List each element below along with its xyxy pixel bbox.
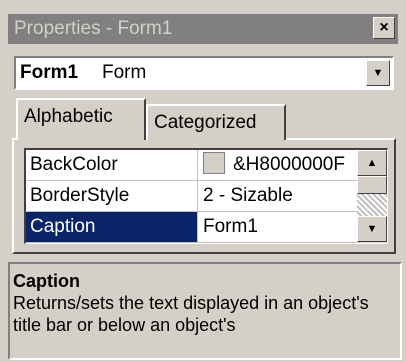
close-button[interactable]: × <box>373 17 395 39</box>
object-selector-dropdown-button[interactable]: ▼ <box>366 60 390 86</box>
property-value[interactable]: Form1 <box>199 212 358 242</box>
vertical-scrollbar[interactable]: ▲ ▼ <box>357 150 387 243</box>
color-swatch <box>203 152 225 174</box>
property-value-text: &H8000000F <box>233 154 345 175</box>
tab-alphabetic[interactable]: Alphabetic <box>16 98 146 140</box>
property-row-caption[interactable]: Caption Form1 <box>26 212 358 243</box>
property-row-backcolor[interactable]: BackColor &H8000000F <box>26 150 358 181</box>
property-name: BorderStyle <box>26 181 198 211</box>
arrow-down-icon: ▼ <box>366 223 378 235</box>
properties-window: Properties - Form1 × Form1 Form ▼ Alphab… <box>0 0 406 362</box>
title-bar[interactable]: Properties - Form1 × <box>8 14 398 44</box>
object-type: Form <box>102 62 147 83</box>
object-name: Form1 <box>20 62 79 83</box>
description-pane: Caption Returns/sets the text displayed … <box>8 262 402 360</box>
property-grid: BackColor &H8000000F BorderStyle 2 - Siz… <box>24 148 388 244</box>
object-selector[interactable]: Form1 Form ▼ <box>14 56 394 90</box>
property-name: BackColor <box>26 150 198 180</box>
arrow-up-icon: ▲ <box>366 157 378 169</box>
tab-categorized[interactable]: Categorized <box>146 104 286 140</box>
description-text: Returns/sets the text displayed in an ob… <box>13 293 369 335</box>
property-value[interactable]: &H8000000F <box>199 150 358 180</box>
chevron-down-icon: ▼ <box>372 67 384 79</box>
scroll-down-button[interactable]: ▼ <box>357 216 387 242</box>
property-row-borderstyle[interactable]: BorderStyle 2 - Sizable <box>26 181 358 212</box>
window-title: Properties - Form1 <box>14 18 173 39</box>
close-icon: × <box>379 19 389 36</box>
scroll-up-button[interactable]: ▲ <box>357 150 387 176</box>
tab-label: Alphabetic <box>24 106 113 127</box>
tab-label: Categorized <box>154 112 257 133</box>
property-name: Caption <box>26 212 198 242</box>
description-title: Caption <box>13 271 80 291</box>
property-value[interactable]: 2 - Sizable <box>199 181 358 211</box>
scroll-thumb[interactable] <box>357 176 387 194</box>
scroll-track[interactable] <box>357 194 387 216</box>
